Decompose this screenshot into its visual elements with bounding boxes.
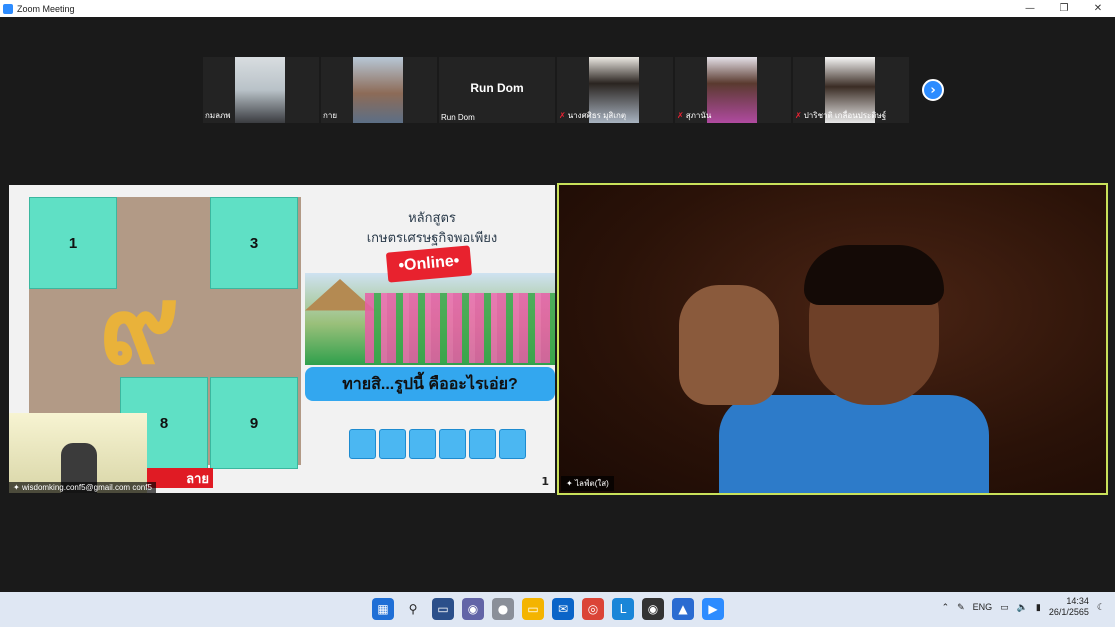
task-view-icon[interactable]: ▭ xyxy=(432,598,454,620)
search-icon[interactable]: ⚲ xyxy=(402,598,424,620)
participant-name: กมลภพ xyxy=(205,111,231,120)
answer-box xyxy=(439,429,466,459)
taskbar: ▦ ⚲ ▭ ◉ ● ▭ ✉ ◎ L ◉ ▲ ▶ ⌃ ✎ ENG ▭ 🔈 ▮ 14… xyxy=(0,592,1115,627)
crowd-shape xyxy=(365,293,555,363)
waving-hand xyxy=(679,285,779,405)
mic-muted-icon: ✗ xyxy=(677,111,684,120)
mic-muted-icon: ✗ xyxy=(559,111,566,120)
participant-tile[interactable]: กมลภพ xyxy=(203,57,319,123)
file-explorer-icon[interactable]: ▭ xyxy=(522,598,544,620)
course-subheading: เกษตรเศรษฐกิจพอเพียง xyxy=(366,230,498,245)
clock[interactable]: 14:34 26/1/2565 xyxy=(1049,596,1089,618)
slide-number: 1 xyxy=(541,475,549,488)
participant-tile[interactable]: ✗ สุภานัน xyxy=(675,57,791,123)
active-speaker-video[interactable]: ✦ ไลฟ์ต(ใส) xyxy=(557,183,1108,495)
teams-chat-icon[interactable]: ◉ xyxy=(462,598,484,620)
clock-time: 14:34 xyxy=(1066,596,1089,606)
answer-box xyxy=(349,429,376,459)
speaker-shirt xyxy=(719,395,989,493)
chevron-up-icon[interactable]: ⌃ xyxy=(942,602,950,613)
l-app-icon[interactable]: L xyxy=(612,598,634,620)
battery-icon[interactable]: ▮ xyxy=(1036,602,1041,613)
photos-icon[interactable]: ▲ xyxy=(672,598,694,620)
participant-name: Run Dom xyxy=(441,113,475,122)
title-bar: Zoom Meeting — ❐ ✕ xyxy=(0,0,1115,17)
pen-icon[interactable]: ✎ xyxy=(957,602,965,613)
volume-icon[interactable]: 🔈 xyxy=(1017,602,1028,613)
presenter-label: ✦ wisdomking.conf5@gmail.com conf5 xyxy=(9,482,156,493)
meeting-area: กมลภพ กาย Run Dom Run Dom ✗ นางศศิธร มุสิ… xyxy=(0,17,1115,592)
participant-tile[interactable]: Run Dom Run Dom xyxy=(439,57,555,123)
participant-name: ✗ สุภานัน xyxy=(677,111,712,120)
pin-icon: ✦ xyxy=(566,479,575,488)
chevron-right-icon: › xyxy=(930,82,936,98)
obs-icon[interactable]: ◉ xyxy=(642,598,664,620)
minimize-button[interactable]: — xyxy=(1013,0,1047,17)
participant-display-name: Run Dom xyxy=(470,81,524,95)
notification-icon[interactable]: ☾ xyxy=(1097,602,1105,613)
participant-strip: กมลภพ กาย Run Dom Run Dom ✗ นางศศิธร มุสิ… xyxy=(203,57,909,123)
crowd-photo xyxy=(305,273,555,365)
participant-tile[interactable]: กาย xyxy=(321,57,437,123)
participant-video xyxy=(707,57,757,123)
answer-box xyxy=(409,429,436,459)
language-indicator[interactable]: ENG xyxy=(973,602,993,612)
puzzle-cell: 1 xyxy=(29,197,117,289)
answer-boxes xyxy=(349,429,526,459)
pin-icon: ✦ xyxy=(13,483,22,492)
next-page-button[interactable]: › xyxy=(922,79,944,101)
speaker-hair xyxy=(804,245,944,305)
participant-tile[interactable]: ✗ ปาริชาติ เกลื่อนประดิษฐ์ xyxy=(793,57,909,123)
zoom-logo-icon xyxy=(3,3,13,14)
participant-name: กาย xyxy=(323,111,338,120)
mic-muted-icon: ✗ xyxy=(795,111,802,120)
windows-start-icon[interactable]: ▦ xyxy=(372,598,394,620)
clock-date: 26/1/2565 xyxy=(1048,607,1089,617)
question-banner: ทายสิ...รูปนี้ คืออะไรเอ่ย? xyxy=(305,367,555,401)
course-heading: หลักสูตร xyxy=(408,210,456,225)
zoom-app-icon[interactable]: ▶ xyxy=(702,598,724,620)
mail-icon[interactable]: ✉ xyxy=(552,598,574,620)
display-icon[interactable]: ▭ xyxy=(1000,602,1009,613)
participant-video xyxy=(353,57,403,123)
speaker-name: ✦ ไลฟ์ต(ใส) xyxy=(561,476,614,491)
puzzle-cell: 9 xyxy=(210,377,298,469)
answer-box xyxy=(499,429,526,459)
maximize-button[interactable]: ❐ xyxy=(1047,0,1081,17)
presenter-thumbnail[interactable]: ✦ wisdomking.conf5@gmail.com conf5 xyxy=(9,413,156,493)
answer-box xyxy=(469,429,496,459)
microphone-app-icon[interactable]: ● xyxy=(492,598,514,620)
participant-tile[interactable]: ✗ นางศศิธร มุสิเกตุ xyxy=(557,57,673,123)
participant-video xyxy=(235,57,285,123)
close-button[interactable]: ✕ xyxy=(1081,0,1115,17)
shared-screen: ๙ 1 3 8 9 หลักสูตร เกษตรเศรษฐกิจพอเพียง … xyxy=(9,185,555,493)
participant-name: ✗ นางศศิธร มุสิเกตุ xyxy=(559,111,627,120)
window-title: Zoom Meeting xyxy=(17,3,75,14)
participant-name: ✗ ปาริชาติ เกลื่อนประดิษฐ์ xyxy=(795,111,887,120)
puzzle-cell: 3 xyxy=(210,197,298,289)
answer-box xyxy=(379,429,406,459)
chrome-icon[interactable]: ◎ xyxy=(582,598,604,620)
